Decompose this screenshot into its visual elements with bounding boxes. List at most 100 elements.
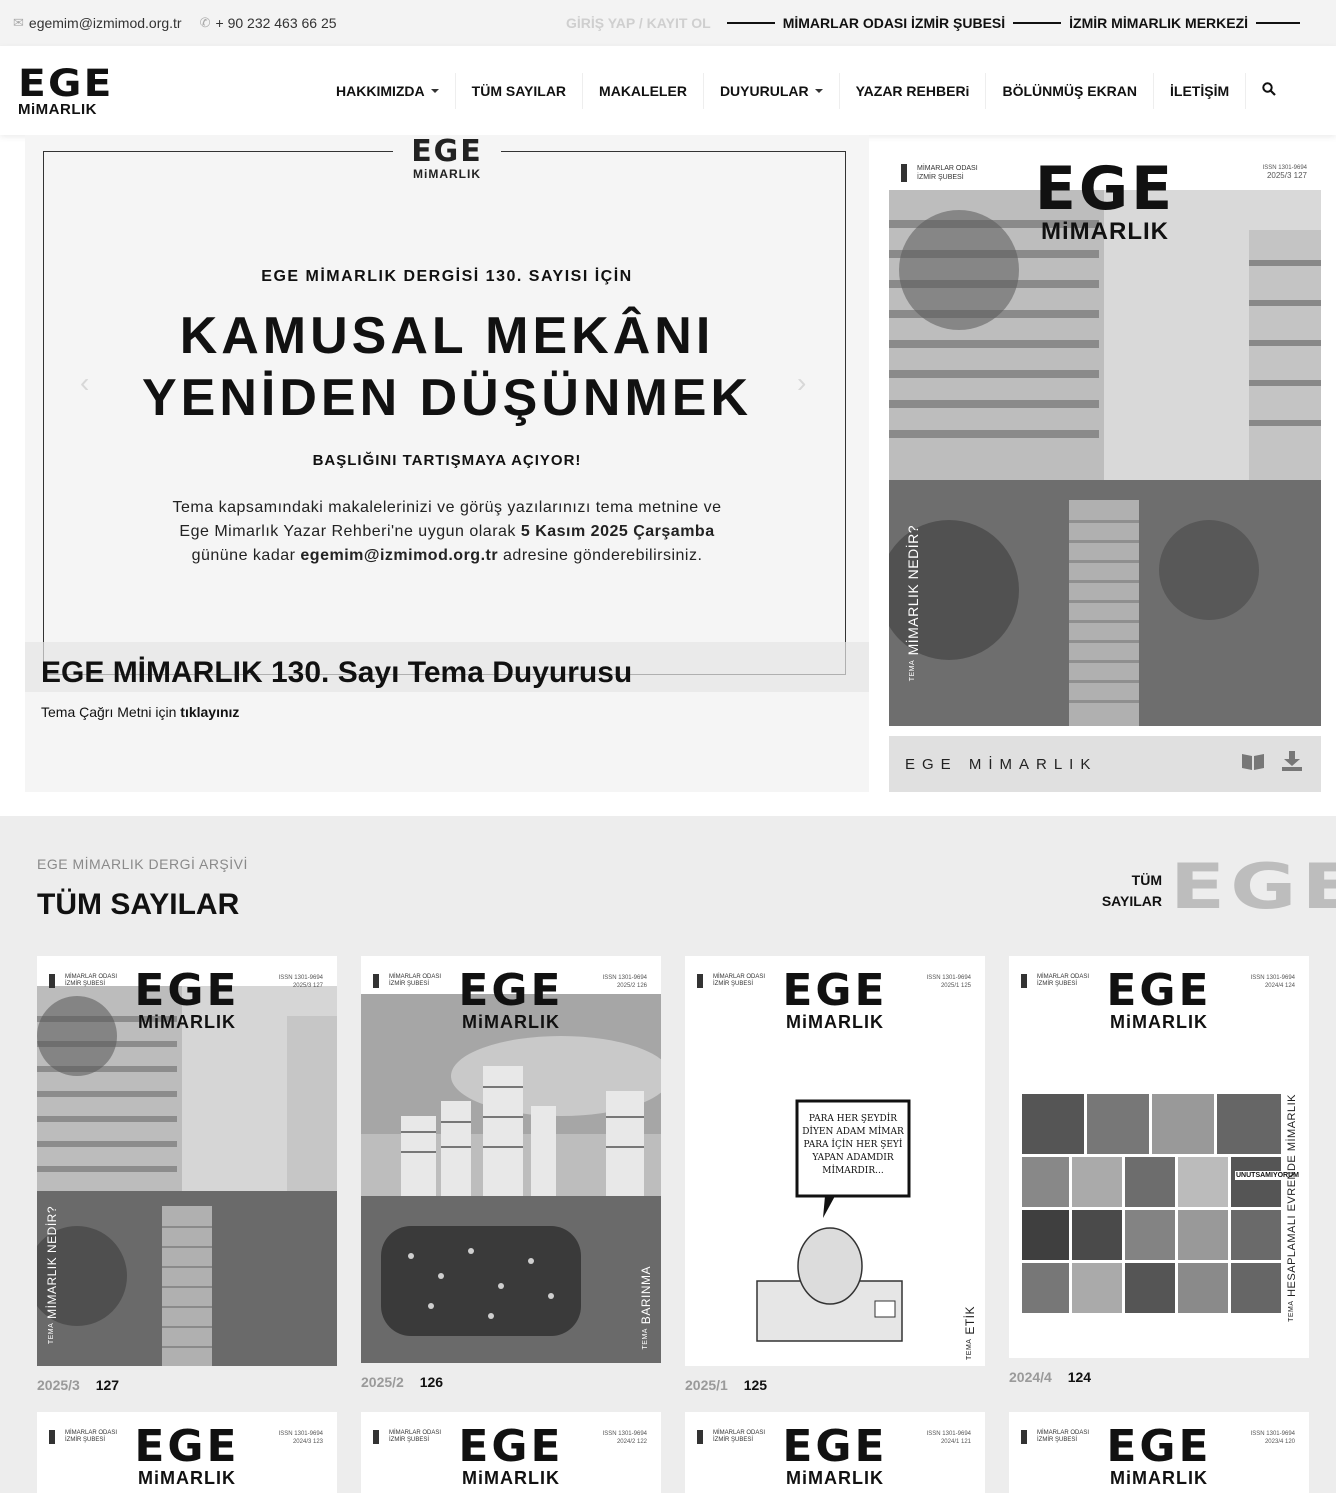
issue-cover[interactable]: MİMARLAR ODASI İZMİR ŞUBESİ ISSN 1301-96… <box>685 1412 985 1493</box>
cover-logo-mimarlik: MiMARLIK <box>138 1468 236 1488</box>
cover-logo: EGE MiMARLIK <box>37 1425 337 1489</box>
issue-cover[interactable]: MİMARLAR ODASI İZMİR ŞUBESİ ISSN 1301-96… <box>361 956 661 1363</box>
body-text: adresine gönderebilirsiniz. <box>498 547 703 564</box>
nav-hakkimizda[interactable]: HAKKIMIZDA <box>320 72 456 109</box>
frame-logo: EGE MiMARLIK <box>393 137 501 187</box>
issue-number: 125 <box>743 1377 768 1393</box>
cover-logo-ege: EGE <box>782 965 888 1016</box>
headline-line-1: KAMUSAL MEKÂNI <box>179 307 715 365</box>
izmir-center-link[interactable]: İZMİR MİMARLIK MERKEZİ <box>1069 15 1248 31</box>
body-line-3: gününe kadar egemim@izmimod.org.tr adres… <box>120 544 774 568</box>
announcement-pretitle: EGE MİMARLIK DERGİSİ 130. SAYISI İÇİN <box>261 268 633 285</box>
cover-theme: TEMA BARINMA <box>639 1266 653 1349</box>
body-line-1: Tema kapsamındaki makalelerinizi ve görü… <box>172 499 722 516</box>
issue-date: 2025/1 <box>685 1377 728 1393</box>
hero-slider[interactable]: EGE MiMARLIK EGE MİMARLIK DERGİSİ 130. S… <box>25 135 869 792</box>
nav-tum-sayilar[interactable]: TÜM SAYILAR <box>456 72 584 109</box>
speech-bubble-text: PARA HER ŞEYDİR DİYEN ADAM MİMAR PARA İÇ… <box>802 1114 904 1176</box>
headline-line-2: YENİDEN DÜŞÜNMEK <box>141 369 753 427</box>
issue-cover[interactable]: PARA HER ŞEYDİR DİYEN ADAM MİMAR PARA İÇ… <box>685 956 985 1366</box>
theme-text: HESAPLAMALI EVRENDE MİMARLIK <box>1286 1094 1298 1297</box>
issue-cover[interactable]: MİMARLAR ODASI İZMİR ŞUBESİ ISSN 1301-96… <box>361 1412 661 1493</box>
theme-label: TEMA <box>966 1338 973 1360</box>
cover-header: MİMARLAR ODASI İZMİR ŞUBESİ ISSN 1301-96… <box>889 150 1321 245</box>
cover-logo: EGE MiMARLIK <box>889 159 1321 246</box>
caret-down-icon <box>430 88 439 93</box>
cover-logo-mimarlik: MiMARLIK <box>786 1012 884 1032</box>
theme-text: ETİK <box>963 1306 977 1335</box>
search-icon <box>1262 82 1276 96</box>
all-issues-link[interactable]: TÜM SAYILAR <box>1090 870 1162 912</box>
latest-issue-cover[interactable]: MİMARLAR ODASI İZMİR ŞUBESİ ISSN 1301-96… <box>889 150 1321 726</box>
cover-logo: EGE MiMARLIK <box>361 965 661 1033</box>
nav-label: HAKKIMIZDA <box>336 82 425 99</box>
issue-cover[interactable]: MİMARLAR ODASI İZMİR ŞUBESİ ISSN 1301-96… <box>1009 1412 1309 1493</box>
theme-label: TEMA <box>1288 1300 1295 1322</box>
cover-logo-ege: EGE <box>134 965 240 1016</box>
divider-line <box>1256 22 1301 24</box>
site-logo[interactable]: EGE MiMARLIK <box>18 65 111 118</box>
phone-link[interactable]: ✆ + 90 232 463 66 25 <box>200 15 337 31</box>
top-bar: ✉ egemim@izmimod.org.tr ✆ + 90 232 463 6… <box>0 0 1336 46</box>
login-register-link[interactable]: GİRİŞ YAP / KAYIT OL <box>566 15 711 31</box>
theme-label: TEMA <box>48 1322 55 1345</box>
announcement-body: Tema kapsamındaki makalelerinizi ve görü… <box>120 496 774 568</box>
issue-cover[interactable]: UNUTSAMIYORUM MİMARLAR ODASI İZMİR ŞUBES… <box>1009 956 1309 1358</box>
issue-date: 2025/2 <box>361 1374 404 1390</box>
theme-text: MİMARLIK NEDİR? <box>905 525 921 656</box>
nav-label: TÜM SAYILAR <box>471 82 567 99</box>
body-line-2: Ege Mimarlık Yazar Rehberi'ne uygun olar… <box>120 520 774 544</box>
nav-iletisim[interactable]: İLETİŞİM <box>1154 72 1247 109</box>
book-icon[interactable] <box>1241 751 1265 777</box>
issue-meta: 2025/3 127 <box>37 1377 119 1393</box>
all-link-line-1: TÜM <box>1131 872 1162 888</box>
email-link[interactable]: ✉ egemim@izmimod.org.tr <box>13 15 182 31</box>
download-icon[interactable] <box>1281 751 1303 777</box>
archive-title: TÜM SAYILAR <box>37 888 240 921</box>
issue-date: 2025/3 <box>37 1377 80 1393</box>
cover-theme: TEMA ETİK <box>963 1306 977 1360</box>
slide-caption-link[interactable]: Tema Çağrı Metni için tıklayınız <box>41 704 239 720</box>
issue-cover[interactable]: MİMARLAR ODASI İZMİR ŞUBESİ ISSN 1301-96… <box>37 956 337 1366</box>
envelope-icon: ✉ <box>13 15 24 30</box>
caret-down-icon <box>814 88 823 93</box>
nav-label: DUYURULAR <box>719 82 809 99</box>
nav-duyurular[interactable]: DUYURULAR <box>704 72 840 109</box>
nav-makaleler[interactable]: MAKALELER <box>583 72 704 109</box>
search-button[interactable] <box>1246 82 1276 99</box>
nav-bolunmus-ekran[interactable]: BÖLÜNMÜŞ EKRAN <box>986 72 1155 109</box>
cover-theme: TEMA MİMARLIK NEDİR? <box>905 525 921 681</box>
cover-logo-ege: EGE <box>1106 1421 1212 1472</box>
theme-label: TEMA <box>642 1328 649 1350</box>
cover-logo: EGE MiMARLIK <box>37 965 337 1033</box>
chamber-link[interactable]: MİMARLAR ODASI İZMİR ŞUBESİ <box>783 15 1005 31</box>
issue-date: 2024/4 <box>1009 1369 1052 1385</box>
click-here-link[interactable]: tıklayınız <box>180 704 239 720</box>
cover-logo-ege: EGE <box>458 965 564 1016</box>
issue-cover[interactable]: MİMARLAR ODASI İZMİR ŞUBESİ ISSN 1301-96… <box>37 1412 337 1493</box>
nav-label: İLETİŞİM <box>1170 82 1230 99</box>
frame-logo-ege: EGE <box>411 135 483 169</box>
slider-prev-icon[interactable]: ‹ <box>80 367 89 399</box>
cover-logo-ege: EGE <box>1106 965 1212 1016</box>
issue-meta: 2025/2 126 <box>361 1374 443 1390</box>
cover-logo-mimarlik: MiMARLIK <box>462 1012 560 1032</box>
issue-number: 124 <box>1067 1369 1092 1385</box>
cover-logo-mimarlik: MiMARLIK <box>786 1468 884 1488</box>
archive-section: EGE MİMARLIK DERGİ ARŞİVİ TÜM SAYILAR TÜ… <box>0 816 1336 1493</box>
deadline-text: 5 Kasım 2025 Çarşamba <box>520 523 715 540</box>
frame-logo-mimarlik: MiMARLIK <box>413 167 481 181</box>
cover-logo: EGE MiMARLIK <box>685 1425 985 1489</box>
body-text: Ege Mimarlık Yazar Rehberi'ne uygun olar… <box>179 523 521 540</box>
cover-logo: EGE MiMARLIK <box>1009 965 1309 1033</box>
cover-logo-mimarlik: MiMARLIK <box>138 1012 236 1032</box>
nav-yazar-rehberi[interactable]: YAZAR REHBERi <box>840 72 987 109</box>
issue-action-bar: EGE MİMARLIK <box>889 736 1321 792</box>
issue-number: 127 <box>95 1377 120 1393</box>
slide-caption-title[interactable]: EGE MİMARLIK 130. Sayı Tema Duyurusu <box>41 656 632 690</box>
slider-next-icon[interactable]: › <box>797 367 806 399</box>
theme-label: TEMA <box>909 659 916 682</box>
archive-kicker: EGE MİMARLIK DERGİ ARŞİVİ <box>37 856 248 872</box>
cover-logo: EGE MiMARLIK <box>1009 1421 1309 1489</box>
divider-line <box>1013 22 1062 24</box>
